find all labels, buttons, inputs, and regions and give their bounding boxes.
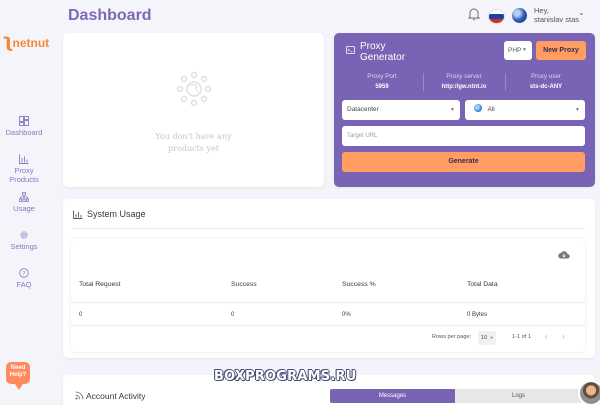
rows-per-page-value: 10 (481, 335, 488, 341)
sidebar-item-label: Settings (10, 242, 38, 251)
proxy-user-info: Proxy user sts-dc-ANY (505, 72, 587, 92)
select-arrow-icon: ▼ (489, 335, 494, 340)
row-divider (71, 325, 585, 326)
sidebar-item-label: Proxy Products (9, 166, 39, 184)
proxy-type-select[interactable]: Datacenter ▼ (342, 100, 460, 120)
bar-chart-icon (73, 210, 83, 219)
proxy-server-info: Proxy server http://gw.ntnt.io (423, 72, 505, 92)
target-url-input[interactable]: Target URL (342, 126, 585, 146)
svg-text:?: ? (22, 270, 25, 277)
empty-products-icon (176, 71, 212, 107)
language-flag-icon[interactable] (489, 10, 504, 23)
proxy-port-label: Proxy Port (367, 73, 397, 80)
table-cell: 0 (231, 312, 235, 318)
sidebar: ʅ netnut Dashboard Proxy Products Usage (0, 0, 49, 405)
dashboard-icon (19, 116, 29, 126)
select-arrow-icon: ▼ (575, 107, 580, 113)
system-usage-card: System Usage Total Request Success Succe… (63, 199, 595, 358)
divider (73, 228, 585, 229)
column-header: Success (231, 281, 257, 288)
table-cell: 0 (79, 312, 83, 318)
row-divider (71, 302, 585, 303)
user-menu[interactable]: Hey, stanislav stas (534, 6, 579, 24)
globe-icon (474, 104, 482, 112)
proxy-type-value: Datacenter (347, 106, 379, 113)
logo-text: netnut (12, 36, 50, 50)
bar-chart-icon (19, 154, 29, 164)
column-header: Total Data (467, 281, 498, 288)
netnut-logo[interactable]: ʅ netnut (2, 30, 49, 52)
proxy-user-label: Proxy user (530, 73, 562, 80)
chevron-down-icon[interactable]: ⌄ (578, 8, 585, 17)
prev-page-icon[interactable]: ‹ (545, 332, 548, 341)
table-cell: 0 Bytes (467, 312, 488, 318)
proxy-generator-card: Proxy Generator PHP ▼ New Proxy Proxy Po… (334, 33, 595, 187)
column-header: Total Request (79, 281, 121, 288)
watermark: BOXPROGRAMS.RU (214, 369, 357, 384)
country-value: All (487, 106, 495, 113)
page-title: Dashboard (68, 7, 152, 24)
country-select[interactable]: All ▼ (465, 100, 585, 120)
language-select[interactable]: PHP ▼ (504, 41, 532, 60)
sidebar-item-label: Dashboard (5, 128, 43, 137)
rss-icon (75, 391, 84, 400)
sidebar-item-proxy-products[interactable]: Proxy Products (0, 154, 48, 184)
generate-button[interactable]: Generate (342, 152, 585, 172)
system-usage-title: System Usage (87, 209, 146, 219)
terminal-icon (346, 46, 355, 54)
pagination-range: 1-1 of 1 (512, 334, 531, 340)
sidebar-item-dashboard[interactable]: Dashboard (0, 116, 48, 137)
hierarchy-icon (19, 192, 29, 202)
username-text: stanislav stas (534, 15, 580, 24)
proxy-server-label: Proxy server (446, 73, 482, 80)
empty-products-message: You don't have any products yet (155, 132, 232, 153)
account-activity-title: Account Activity (86, 391, 146, 401)
table-cell: 0% (342, 312, 351, 318)
proxy-user-value: sts-dc-ANY (529, 84, 563, 90)
greeting-text: Hey, (534, 6, 549, 15)
sidebar-item-settings[interactable]: Settings (0, 230, 48, 251)
column-header: Success % (342, 281, 376, 288)
sidebar-item-faq[interactable]: ? FAQ (0, 268, 48, 289)
tab-messages[interactable]: Messages (330, 389, 455, 403)
next-page-icon[interactable]: › (562, 332, 565, 341)
sidebar-item-usage[interactable]: Usage (0, 192, 48, 213)
proxy-port-value: 5959 (375, 84, 389, 90)
proxy-port-info: Proxy Port 5959 (341, 72, 423, 92)
sidebar-item-label: Usage (13, 204, 35, 213)
select-arrow-icon: ▼ (522, 47, 527, 53)
cloud-download-icon[interactable] (558, 250, 570, 259)
bell-icon[interactable] (468, 7, 480, 21)
avatar[interactable] (512, 8, 527, 23)
support-chat-avatar[interactable] (580, 382, 600, 404)
proxy-generator-title: Proxy Generator (360, 41, 406, 63)
language-select-value: PHP (508, 47, 522, 54)
sidebar-item-label: FAQ (16, 280, 32, 289)
rows-per-page-label: Rows per page: (432, 334, 472, 340)
question-icon: ? (19, 268, 29, 278)
rows-per-page-select[interactable]: 10 ▼ (478, 331, 496, 345)
new-proxy-button[interactable]: New Proxy (536, 41, 586, 60)
tab-logs[interactable]: Logs (455, 389, 582, 403)
usage-table: Total Request Success Success % Total Da… (71, 239, 585, 352)
gear-icon (20, 231, 28, 239)
products-card: You don't have any products yet (63, 33, 324, 187)
select-arrow-icon: ▼ (450, 107, 455, 113)
proxy-server-value: http://gw.ntnt.io (441, 84, 487, 90)
need-help-button[interactable]: Need Help? (6, 362, 30, 390)
